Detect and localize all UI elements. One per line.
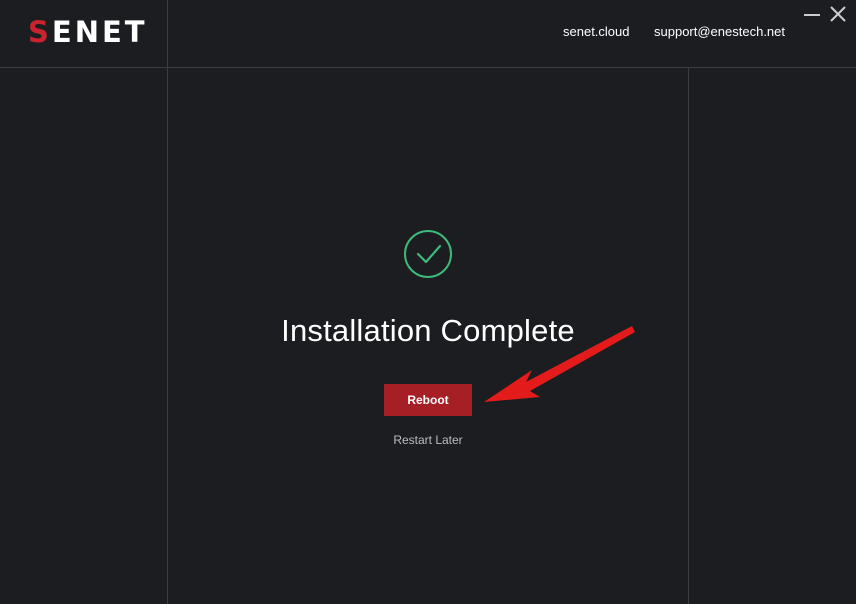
support-email-link[interactable]: support@enestech.net xyxy=(654,24,785,39)
installer-window: S ENET senet.cloud support@enestech.net I… xyxy=(0,0,856,604)
logo-letter-s: S xyxy=(28,15,52,49)
right-column-divider xyxy=(688,68,689,604)
senet-cloud-link[interactable]: senet.cloud xyxy=(563,24,630,39)
reboot-button[interactable]: Reboot xyxy=(384,384,472,416)
header-divider xyxy=(167,0,168,68)
close-button[interactable] xyxy=(826,4,850,26)
logo-letters: ENET xyxy=(51,15,148,49)
success-status xyxy=(403,229,453,279)
senet-logo: S ENET xyxy=(28,15,148,49)
header: S ENET senet.cloud support@enestech.net xyxy=(0,0,856,68)
restart-later-link[interactable]: Restart Later xyxy=(168,433,688,447)
page-title: Installation Complete xyxy=(281,313,575,348)
minimize-icon xyxy=(804,14,820,16)
close-icon xyxy=(830,6,846,22)
check-circle-icon xyxy=(404,230,452,278)
minimize-button[interactable] xyxy=(800,4,824,26)
